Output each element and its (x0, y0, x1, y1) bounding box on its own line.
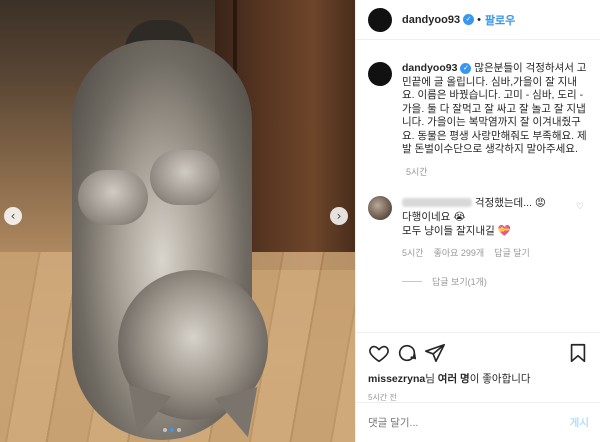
post-side-panel: dandyoo93 ✓ • 팔로우 dandyoo93 ✓ 많은분들이 걱정하셔서… (355, 0, 600, 442)
comment-meta: 5시간 좋아요 299개 답글 달기 (402, 246, 588, 259)
comment-input[interactable] (368, 416, 570, 429)
liked-by-others[interactable]: 여러 명 (438, 373, 470, 385)
heart-icon[interactable] (368, 342, 390, 364)
post-header: dandyoo93 ✓ • 팔로우 (356, 0, 600, 40)
caption-time: 5시간 (406, 166, 428, 177)
view-replies-label: 답글 보기(1개) (432, 276, 487, 287)
caption-username[interactable]: dandyoo93 (402, 62, 457, 74)
comment-like-heart-icon[interactable]: ♡ (576, 202, 584, 212)
carousel-dot[interactable] (177, 428, 181, 432)
avatar[interactable] (368, 7, 392, 32)
cat-paw-right (150, 150, 220, 205)
reply-button[interactable]: 답글 달기 (494, 246, 530, 259)
comment-icon[interactable] (396, 342, 418, 364)
angry-emoji-icon: 😡 (534, 196, 546, 209)
carousel-dot[interactable] (163, 428, 167, 432)
instagram-post-modal: ‹ › dandyoo93 ✓ • 팔로우 dandyoo93 ✓ 많은분들이 걱… (0, 0, 600, 442)
caption-text-block: dandyoo93 ✓ 많은분들이 걱정하셔서 고민끝에 글 올립니다. 심바,가… (402, 62, 588, 157)
comment-line-2: 다행이네요 (402, 210, 451, 223)
comment-time: 5시간 (402, 247, 424, 258)
comment-item: 걱정했는데... 😡 다행이네요 😭 모두 냥이들 잘지내길 💝 ♡ (368, 195, 588, 238)
verified-badge-icon: ✓ (463, 14, 475, 25)
cat-paw-left (78, 170, 148, 225)
chevron-right-icon[interactable]: › (330, 207, 348, 225)
liked-by-suffix-1: 님 (425, 373, 438, 385)
comments-area: dandyoo93 ✓ 많은분들이 걱정하셔서 고민끝에 글 올립니다. 심바,가… (356, 40, 600, 288)
share-icon[interactable] (424, 342, 446, 364)
comment-likes[interactable]: 좋아요 299개 (434, 246, 485, 259)
commenter-avatar[interactable] (368, 195, 392, 220)
caption-body: 많은분들이 걱정하셔서 고민끝에 글 올립니다. 심바,가을이 잘 지내요. 이… (402, 62, 587, 155)
separator-dot: • (477, 13, 481, 26)
view-replies-button[interactable]: 답글 보기(1개) (402, 275, 588, 288)
actions-bar: missezryna님 여러 명이 좋아합니다 5시간 전 (356, 332, 600, 403)
carousel-dots (163, 428, 181, 432)
comment-line-3: 모두 냥이들 잘지내길 (402, 224, 495, 237)
bookmark-icon[interactable] (567, 342, 589, 364)
replies-line (402, 280, 422, 282)
comment-line-1: 걱정했는데... (474, 196, 532, 209)
caption: dandyoo93 ✓ 많은분들이 걱정하셔서 고민끝에 글 올립니다. 심바,가… (368, 62, 588, 157)
commenter-username-blurred[interactable] (402, 198, 472, 208)
verified-badge-icon: ✓ (460, 62, 472, 74)
liked-by-suffix-2: 이 좋아합니다 (469, 373, 531, 385)
comment-text-block: 걱정했는데... 😡 다행이네요 😭 모두 냥이들 잘지내길 💝 (402, 196, 577, 238)
caption-avatar[interactable] (368, 62, 392, 86)
post-photo[interactable]: ‹ › (0, 0, 355, 442)
chevron-left-icon[interactable]: ‹ (4, 207, 22, 225)
comment-form: 게시 (356, 402, 600, 442)
action-icons (368, 341, 589, 365)
follow-button[interactable]: 팔로우 (485, 12, 515, 28)
header-username[interactable]: dandyoo93 (402, 14, 460, 26)
carousel-dot-active[interactable] (170, 428, 174, 432)
heart-gift-emoji-icon: 💝 (497, 224, 511, 237)
post-comment-button[interactable]: 게시 (570, 415, 589, 430)
crying-emoji-icon: 😭 (453, 210, 466, 223)
liked-by: missezryna님 여러 명이 좋아합니다 (368, 371, 589, 386)
liked-by-user[interactable]: missezryna (368, 373, 425, 385)
